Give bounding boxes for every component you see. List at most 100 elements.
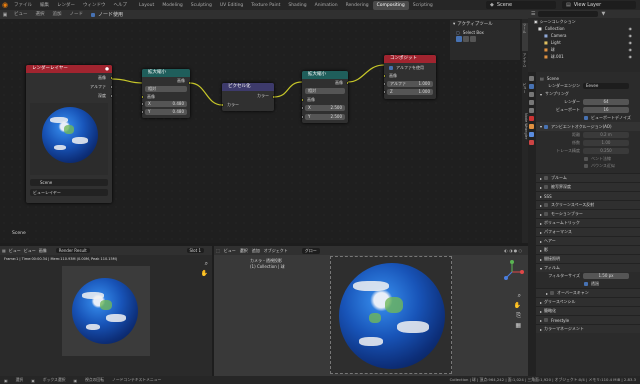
ao-header[interactable]: アンビエントオクルージョン(AO): [551, 124, 612, 130]
section-header[interactable]: SSS: [544, 194, 552, 199]
outliner-item-2[interactable]: ■ Light ◉: [528, 39, 640, 46]
section-header[interactable]: パフォーマンス: [544, 229, 572, 235]
workspace-tab-compositing[interactable]: Compositing: [372, 0, 409, 10]
scale-2-out-socket[interactable]: [346, 81, 348, 85]
menu-3[interactable]: ウィンドウ: [79, 1, 110, 10]
render-layers-header[interactable]: レンダーレイヤー ●: [26, 65, 112, 73]
composite-in-socket[interactable]: [384, 74, 386, 78]
filter-icon[interactable]: ▼: [601, 11, 605, 17]
node-menu-3[interactable]: ノード: [66, 10, 88, 19]
section-header[interactable]: カラーマネージメント: [544, 326, 584, 332]
active-tool-row[interactable]: ▢ Select Box: [450, 28, 520, 36]
viewport-samples-field[interactable]: 16: [583, 107, 629, 113]
composite-node[interactable]: コンポジット アルファを使用 画像 アルファ 1.000 Z 1.000: [384, 55, 436, 99]
image-view2-menu[interactable]: ビュー: [24, 248, 36, 254]
section-checkbox[interactable]: [544, 185, 549, 189]
pixelate-header[interactable]: ピクセル化: [222, 83, 274, 91]
slot-field[interactable]: Slot 1: [186, 248, 204, 253]
ao-option-checkbox[interactable]: [584, 156, 588, 161]
use-nodes-checkbox[interactable]: [91, 12, 95, 17]
section-checkbox[interactable]: [544, 318, 549, 322]
workspace-tab-modeling[interactable]: Modeling: [158, 1, 186, 10]
workspace-tab-uv-editing[interactable]: UV Editing: [216, 1, 247, 10]
viewport-add-menu[interactable]: 追加: [252, 248, 260, 254]
section-checkbox[interactable]: [544, 203, 549, 207]
section-expand-icon[interactable]: ▸: [540, 221, 542, 226]
section-expand-icon[interactable]: ▸: [540, 248, 542, 253]
section-expand-icon[interactable]: ▸: [540, 257, 542, 262]
section-expand-icon[interactable]: ▸: [546, 291, 548, 296]
scale-1-x-field[interactable]: X 0.480: [145, 101, 187, 107]
output-tab-icon[interactable]: [529, 92, 534, 97]
scale-1-y-socket[interactable]: [142, 110, 144, 114]
node-editor-canvas[interactable]: レンダーレイヤー ● 画像 アルファ 深度 Scene ビューレイヤー 拡大縮小…: [0, 19, 528, 243]
viewport-select-menu[interactable]: 選択: [240, 248, 248, 254]
object-tab-icon[interactable]: [529, 124, 534, 129]
render-engine-dropdown[interactable]: Eevee: [583, 83, 629, 89]
section-header[interactable]: グリースペンシル: [544, 299, 576, 305]
scale-2-y-socket[interactable]: [302, 115, 304, 119]
section-header[interactable]: 間接照明: [544, 256, 560, 262]
socket-alpha-out[interactable]: [110, 85, 112, 89]
active-tool-header[interactable]: ▾ アクティブツール: [450, 20, 520, 28]
section-expand-icon[interactable]: ▸: [540, 300, 542, 305]
filter-size-field[interactable]: 1.50 px: [583, 273, 629, 279]
section-header[interactable]: 被写界深度: [551, 184, 571, 190]
section-expand-icon[interactable]: ▸: [540, 176, 542, 181]
hand-icon[interactable]: ✋: [201, 270, 208, 277]
menu-2[interactable]: レンダー: [53, 1, 79, 10]
outliner-search-field[interactable]: [538, 11, 599, 17]
section-expand-icon[interactable]: ▸: [540, 309, 542, 314]
workspace-tab-rendering[interactable]: Rendering: [342, 1, 373, 10]
render-layers-node[interactable]: レンダーレイヤー ● 画像 アルファ 深度 Scene ビューレイヤー: [26, 65, 112, 203]
node-menu-2[interactable]: 追加: [49, 10, 66, 19]
sampling-expand-icon[interactable]: ▾: [540, 92, 542, 97]
scale-2-x-field[interactable]: X 2.500: [305, 105, 345, 111]
workspace-tab-texture-paint[interactable]: Texture Paint: [247, 1, 284, 10]
image-menu[interactable]: 画像: [39, 248, 47, 254]
section-expand-icon[interactable]: ▾: [540, 266, 542, 271]
scale-2-header[interactable]: 拡大縮小: [302, 71, 348, 79]
editor-type-icon[interactable]: ▣: [0, 12, 10, 18]
visibility-eye-icon[interactable]: ◉: [629, 33, 633, 38]
section-expand-icon[interactable]: ▸: [540, 194, 542, 199]
composite-alpha-socket[interactable]: [384, 82, 386, 86]
ao-checkbox[interactable]: [544, 124, 549, 129]
render-samples-field[interactable]: 64: [583, 99, 629, 105]
tool-tab-icon[interactable]: [529, 76, 534, 81]
section-expand-icon[interactable]: ▸: [540, 327, 542, 332]
scale-1-x-socket[interactable]: [142, 102, 144, 106]
scene-collection-row[interactable]: ▣ シーンコレクション: [528, 18, 640, 25]
section-checkbox[interactable]: [550, 291, 555, 295]
section-header[interactable]: ヘアー: [544, 238, 556, 244]
scene-selector[interactable]: ◆ Scene: [486, 1, 556, 9]
image-editor-type-icon[interactable]: ▦: [2, 248, 6, 253]
scale-2-in-socket[interactable]: [302, 98, 304, 102]
composite-header[interactable]: コンポジット: [384, 55, 436, 63]
pixelate-in-socket[interactable]: [222, 103, 224, 107]
section-header[interactable]: ボリュームトリック: [544, 220, 580, 226]
scale-1-in-socket[interactable]: [142, 95, 144, 99]
use-alpha-toggle[interactable]: アルファを使用: [389, 65, 424, 71]
scale-2-x-socket[interactable]: [302, 106, 304, 110]
transparent-checkbox[interactable]: [584, 282, 588, 286]
navigation-gizmo[interactable]: [500, 260, 524, 284]
visibility-eye-icon[interactable]: ◉: [629, 26, 633, 31]
ao-expand-icon[interactable]: ▾: [540, 124, 542, 129]
section-expand-icon[interactable]: ▸: [540, 318, 542, 323]
sampling-header[interactable]: サンプリング: [545, 91, 569, 97]
viewport-zoom-icon[interactable]: ⌕: [518, 292, 521, 300]
world-tab-icon[interactable]: [529, 116, 534, 121]
composite-z-socket[interactable]: [384, 90, 386, 94]
scale-1-out-socket[interactable]: [188, 81, 190, 85]
section-header[interactable]: Freestyle: [551, 318, 569, 323]
view-layer-selector[interactable]: ▤ View Layer: [562, 1, 636, 9]
use-nodes-toggle[interactable]: ノード使用: [91, 11, 123, 18]
shading-buttons[interactable]: ◐ ◑ ● ○: [504, 248, 522, 253]
ao-field-value[interactable]: 0.250: [583, 148, 629, 154]
viewport-type-icon[interactable]: ⬚: [216, 248, 220, 253]
scale-node-1[interactable]: 拡大縮小 画像 相対 画像 X 0.480 Y 0.480: [142, 69, 190, 118]
viewport-grid-icon[interactable]: ▦: [515, 322, 521, 329]
section-header[interactable]: フィルム: [544, 265, 560, 271]
section-header[interactable]: モーションブラー: [551, 211, 583, 217]
